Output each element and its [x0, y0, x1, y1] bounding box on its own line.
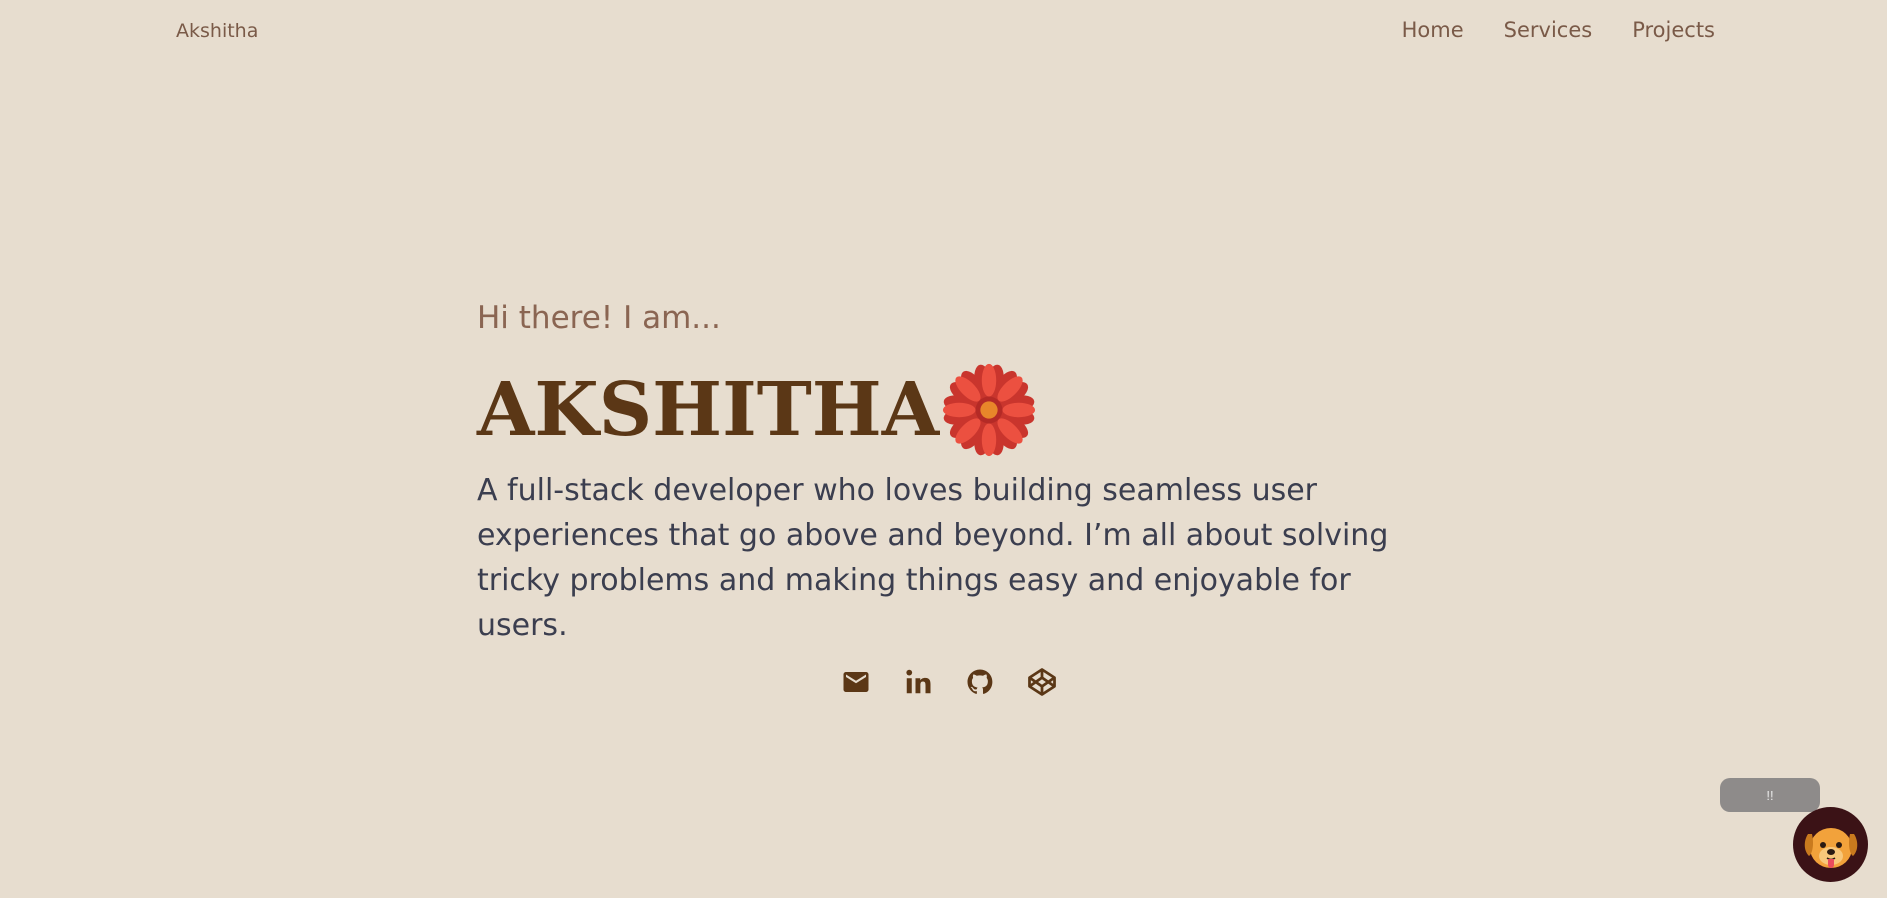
github-link[interactable]	[965, 667, 995, 697]
github-icon	[967, 669, 993, 694]
name-row: AKSHITHA	[477, 362, 1037, 458]
linkedin-icon	[906, 669, 931, 694]
nav-home[interactable]: Home	[1402, 18, 1464, 42]
greeting-text: Hi there! I am...	[477, 300, 721, 336]
bio-text: A full-stack developer who loves buildin…	[477, 473, 1389, 643]
page: Akshitha Home Services Projects Hi there…	[0, 0, 1887, 898]
main-nav: Home Services Projects	[1402, 18, 1715, 42]
mail-icon	[843, 672, 869, 692]
brand-link[interactable]: Akshitha	[176, 20, 258, 42]
hero-name: AKSHITHA	[477, 367, 940, 453]
social-links	[841, 667, 1057, 697]
email-link[interactable]	[841, 667, 871, 697]
dog-icon	[1804, 827, 1857, 868]
codepen-link[interactable]	[1027, 667, 1057, 697]
nav-services[interactable]: Services	[1504, 18, 1593, 42]
nav-projects[interactable]: Projects	[1632, 18, 1715, 42]
chat-bubble[interactable]: !!	[1720, 778, 1820, 812]
chat-avatar-button[interactable]	[1793, 807, 1868, 882]
codepen-icon	[1028, 668, 1056, 696]
linkedin-link[interactable]	[903, 667, 933, 697]
flower-icon	[943, 363, 1036, 457]
